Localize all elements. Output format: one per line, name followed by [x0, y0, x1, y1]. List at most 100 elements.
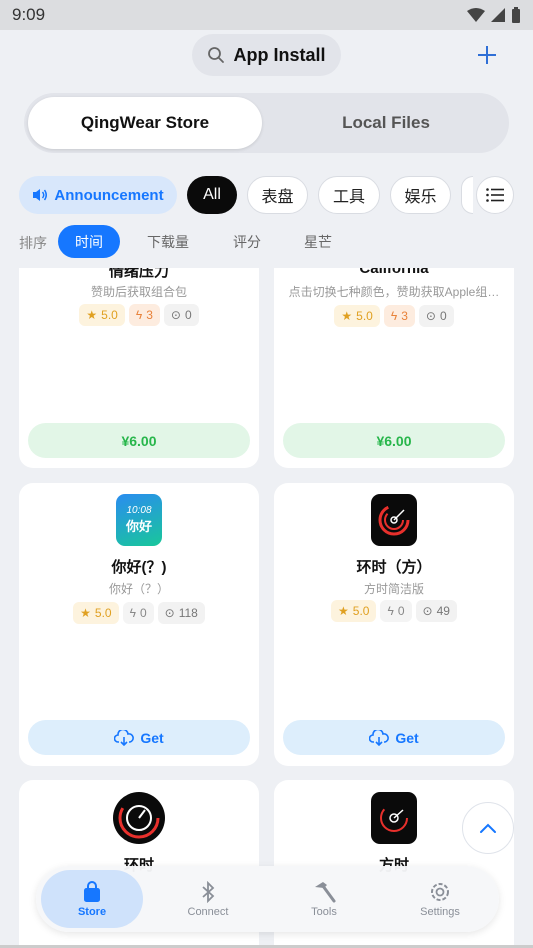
- tab-local-files[interactable]: Local Files: [267, 97, 505, 149]
- star-icon: ★: [86, 308, 98, 322]
- search-icon: [208, 47, 225, 63]
- get-label: Get: [395, 729, 419, 746]
- list-icon: [486, 188, 504, 202]
- app-stats: ★ 5.0 ϟ0 ⊙ 49: [274, 600, 514, 622]
- sparkle-icon: ϟ: [129, 606, 136, 620]
- ring-clock-icon: [378, 504, 410, 536]
- download-icon: ⊙: [170, 308, 181, 322]
- fire-badge: ϟ0: [122, 602, 154, 624]
- app-card[interactable]: 10:08 你好 你好(？) 你好（？） ★ 5.0 ϟ0 ⊙ 118 Get: [19, 483, 259, 766]
- star-icon: ★: [338, 604, 349, 618]
- download-value: 49: [436, 604, 450, 618]
- ring-clock-icon: [380, 804, 408, 832]
- download-badge: ⊙ 49: [415, 600, 457, 622]
- chip-watchface[interactable]: 表盘: [247, 176, 308, 214]
- download-value: 0: [439, 309, 447, 323]
- app-stats: ★ 5.0 ϟ3 ⊙ 0: [274, 305, 514, 327]
- app-subtitle: 方时简洁版: [363, 582, 424, 596]
- hammer-icon: [315, 881, 336, 902]
- shopping-bag-icon: [84, 880, 100, 902]
- sort-downloads[interactable]: 下载量: [140, 225, 196, 258]
- app-icon: [371, 494, 417, 546]
- plus-icon: [478, 46, 496, 64]
- rating-value: 5.0: [94, 606, 112, 620]
- chip-entertainment[interactable]: 娱乐: [390, 176, 451, 214]
- app-subtitle: 你好（？）: [108, 582, 169, 596]
- nav-settings-label: Settings: [420, 905, 460, 918]
- sort-star[interactable]: 星芒: [296, 225, 340, 258]
- icon-time: 10:08: [126, 505, 152, 516]
- sort-time[interactable]: 时间: [58, 225, 120, 258]
- price-button[interactable]: ¥6.00: [28, 423, 250, 458]
- app-subtitle: 点击切换七种颜色，赞助获取Apple组…: [288, 285, 500, 299]
- rating-value: 5.0: [352, 604, 370, 618]
- cloud-download-icon: [114, 729, 135, 746]
- fire-value: 0: [397, 604, 405, 618]
- download-badge: ⊙ 0: [163, 304, 199, 326]
- download-value: 0: [184, 308, 192, 322]
- status-time: 9:09: [12, 5, 46, 24]
- nav-store-label: Store: [77, 905, 107, 918]
- icon-text: 你好: [125, 519, 152, 534]
- download-value: 118: [178, 606, 198, 620]
- fire-value: 0: [139, 606, 147, 620]
- download-icon: ⊙: [422, 604, 433, 618]
- price-button[interactable]: ¥6.00: [283, 423, 505, 458]
- fire-badge: ϟ0: [380, 600, 412, 622]
- bottom-nav: Store Connect Tools Settings: [36, 866, 499, 932]
- download-icon: ⊙: [164, 606, 175, 620]
- status-icons: [467, 7, 521, 23]
- star-icon: ★: [341, 309, 353, 323]
- add-button[interactable]: [472, 40, 502, 70]
- app-title: 环时（方）: [356, 559, 432, 576]
- get-button[interactable]: Get: [283, 720, 505, 755]
- chip-more[interactable]: [461, 176, 473, 214]
- page-title: App Install: [233, 44, 326, 65]
- fire-value: 3: [401, 309, 408, 323]
- signal-icon: [491, 8, 505, 22]
- sparkle-icon: ϟ: [387, 604, 394, 618]
- rating-badge: ★ 5.0: [331, 600, 377, 622]
- rating-badge: ★ 5.0: [79, 304, 125, 326]
- nav-connect[interactable]: Connect: [158, 870, 258, 928]
- nav-tools[interactable]: Tools: [274, 870, 374, 928]
- app-icon: [113, 792, 165, 844]
- download-badge: ⊙ 0: [418, 305, 454, 327]
- app-title: 你好(？): [111, 559, 167, 576]
- fire-badge: ϟ3: [128, 304, 160, 326]
- category-list-button[interactable]: [476, 176, 514, 214]
- gear-icon: [431, 882, 449, 901]
- nav-tools-label: Tools: [311, 905, 337, 918]
- tab-qingwear-store[interactable]: QingWear Store: [28, 97, 262, 149]
- cloud-download-icon: [369, 729, 390, 746]
- source-segment: QingWear Store Local Files: [24, 93, 509, 153]
- rating-value: 5.0: [101, 308, 118, 322]
- nav-store[interactable]: Store: [41, 870, 143, 928]
- star-icon: ★: [80, 606, 91, 620]
- announcement-chip[interactable]: Announcement: [19, 176, 177, 214]
- app-install-search[interactable]: App Install: [192, 34, 341, 76]
- wifi-icon: [467, 8, 485, 22]
- sort-bar: 排序 时间 下载量 评分 星芒: [0, 225, 533, 258]
- chip-all[interactable]: All: [187, 176, 237, 214]
- app-card[interactable]: 环时（方） 方时简洁版 ★ 5.0 ϟ0 ⊙ 49 Get: [274, 483, 514, 766]
- chip-tools[interactable]: 工具: [318, 176, 380, 214]
- scroll-top-button[interactable]: [462, 802, 514, 854]
- announcement-label: Announcement: [54, 186, 164, 204]
- rating-badge: ★ 5.0: [73, 602, 119, 624]
- chevron-up-icon: [480, 823, 496, 833]
- app-subtitle: 赞助后获取组合包: [90, 285, 187, 299]
- status-bar: 9:09: [0, 0, 533, 30]
- get-button[interactable]: Get: [28, 720, 250, 755]
- sort-label: 排序: [19, 235, 47, 251]
- sort-rating[interactable]: 评分: [226, 225, 268, 258]
- get-label: Get: [140, 729, 164, 746]
- fire-badge: ϟ3: [383, 305, 415, 327]
- app-stats: ★ 5.0 ϟ3 ⊙ 0: [19, 304, 259, 326]
- app-card[interactable]: California 点击切换七种颜色，赞助获取Apple组… ★ 5.0 ϟ3 …: [274, 268, 514, 468]
- nav-settings[interactable]: Settings: [390, 870, 490, 928]
- sparkle-icon: ϟ: [390, 309, 398, 323]
- download-badge: ⊙ 118: [157, 602, 205, 624]
- app-card[interactable]: 情绪压力 赞助后获取组合包 ★ 5.0 ϟ3 ⊙ 0 ¥6.00: [19, 268, 259, 468]
- app-title: California: [359, 268, 429, 277]
